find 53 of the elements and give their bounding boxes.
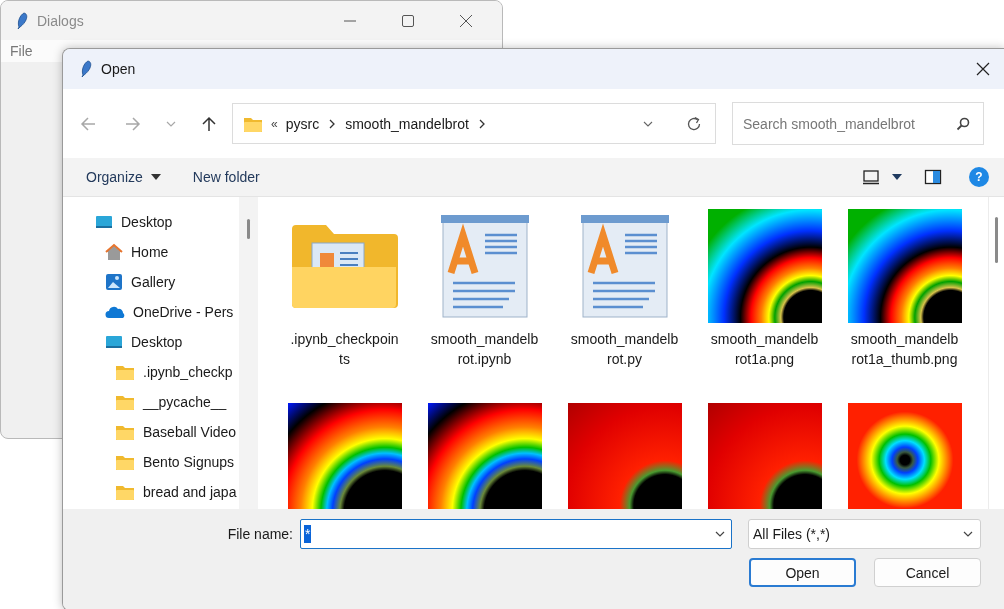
folder-item[interactable]: .ipynb_checkpoints <box>282 209 407 393</box>
close-icon[interactable] <box>458 12 474 29</box>
search-field[interactable]: Search smooth_mandelbrot <box>732 102 984 145</box>
caret-icon[interactable] <box>892 174 902 180</box>
image-item[interactable]: smooth_mandelbrot1a.png <box>702 209 827 393</box>
scrollbar-thumb[interactable] <box>995 217 998 263</box>
dialog-title: Open <box>101 61 136 77</box>
refresh-icon[interactable] <box>685 114 703 133</box>
folder-icon <box>115 423 135 441</box>
input-field[interactable]: * <box>300 519 732 549</box>
folder-icon <box>115 393 135 411</box>
address-bar[interactable]: « pysrc smooth_mandelbrot <box>232 103 716 144</box>
nav-item[interactable]: .ipynb_checkp <box>63 357 239 387</box>
document-item[interactable]: smooth_mandelbrot.ipynb <box>422 209 547 393</box>
breadcrumb-link[interactable]: pysrc <box>285 115 320 132</box>
folder-icon <box>115 363 135 381</box>
menu-item[interactable]: File <box>10 43 33 59</box>
nav-item[interactable]: __pycache__ <box>63 387 239 417</box>
desktop-icon <box>105 334 123 350</box>
feather-icon <box>79 60 93 78</box>
help-button[interactable]: ? <box>969 167 989 187</box>
picture-icon <box>105 273 123 291</box>
folder-icon <box>115 453 135 471</box>
maximize-icon[interactable] <box>400 12 416 29</box>
house-icon <box>105 243 123 261</box>
close-icon[interactable] <box>975 61 991 77</box>
open-button[interactable]: Open <box>749 558 856 587</box>
document-item[interactable]: smooth_mandelbrot.py <box>562 209 687 393</box>
nav-item[interactable]: Desktop <box>63 207 239 237</box>
cloud-icon <box>105 305 125 319</box>
feather-icon <box>15 11 29 30</box>
breadcrumb-link[interactable]: smooth_mandelbrot <box>345 115 469 132</box>
field-label: File name: <box>226 526 293 542</box>
cancel-button[interactable]: Cancel <box>874 558 981 587</box>
nav-item[interactable]: Baseball Video <box>63 417 239 447</box>
nav-item[interactable]: Home <box>63 237 239 267</box>
desktop-icon <box>95 214 113 230</box>
nav-item[interactable]: Gallery <box>63 267 239 297</box>
window-title: Dialogs <box>37 12 84 29</box>
folder-icon <box>115 483 135 501</box>
file-type-dropdown[interactable]: All Files (*,*) <box>748 519 981 549</box>
search-icon[interactable] <box>955 115 971 132</box>
nav-item[interactable]: bread and japa <box>63 477 239 507</box>
preview-pane-icon[interactable] <box>924 169 942 185</box>
scrollbar-thumb[interactable] <box>247 219 250 239</box>
dropdown-button[interactable]: Organize <box>77 165 170 189</box>
nav-item[interactable]: OneDrive - Pers <box>63 297 239 327</box>
nav-item[interactable]: Bento Signups <box>63 447 239 477</box>
image-item[interactable]: smooth_mandelbrot1a_thumb.png <box>842 209 967 393</box>
view-icon[interactable] <box>862 169 880 185</box>
overflow-chevron[interactable]: « <box>271 116 278 131</box>
nav-item[interactable]: Desktop <box>63 327 239 357</box>
toolbar-button[interactable]: New folder <box>183 165 269 189</box>
